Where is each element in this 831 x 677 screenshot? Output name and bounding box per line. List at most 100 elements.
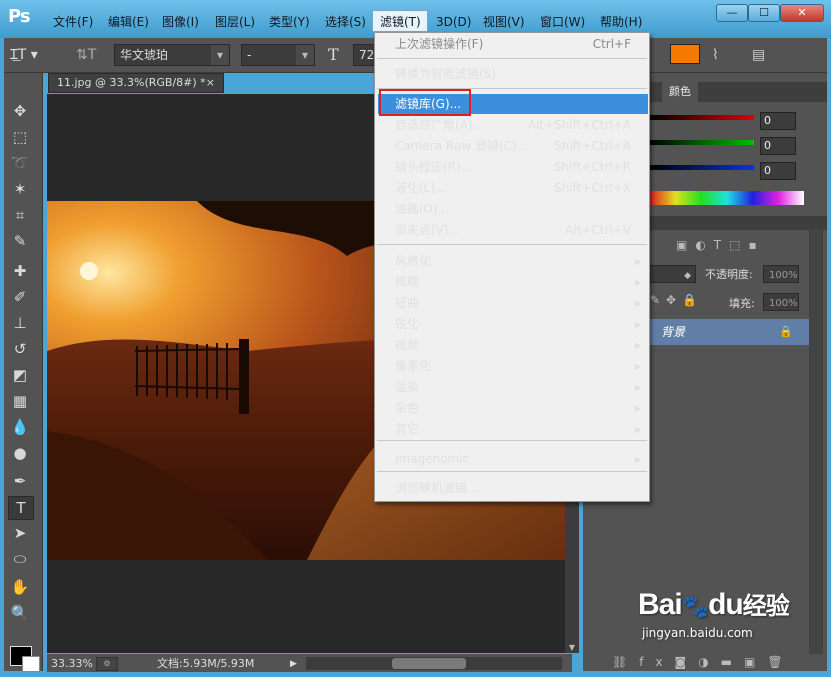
character-panel-icon[interactable]: ▤ bbox=[752, 44, 776, 66]
opacity-label: 不透明度: bbox=[705, 268, 753, 281]
font-style-select[interactable]: - ▾ bbox=[241, 44, 315, 66]
marquee-tool-icon[interactable]: ⬚ bbox=[8, 126, 32, 148]
filter-menu-item[interactable]: 镜头校正(R)... Shift+Ctrl+R bbox=[375, 157, 649, 178]
blue-value-field[interactable]: 0 bbox=[760, 162, 796, 180]
text-color-swatch[interactable] bbox=[670, 44, 700, 64]
crop-tool-icon[interactable]: ⌗ bbox=[8, 204, 32, 226]
horizontal-scroll-thumb[interactable] bbox=[392, 658, 466, 669]
magic-wand-tool-icon[interactable]: ✶ bbox=[8, 178, 32, 200]
filter-menu-item[interactable]: 消失点(V)... Alt+Ctrl+V bbox=[375, 220, 649, 241]
document-tab[interactable]: 11.jpg @ 33.3%(RGB/8#) * × bbox=[48, 73, 224, 93]
close-button[interactable]: ✕ bbox=[780, 4, 824, 22]
green-value-field[interactable]: 0 bbox=[760, 137, 796, 155]
menu-separator bbox=[377, 471, 647, 472]
submenu-arrow-icon: ▶ bbox=[634, 257, 641, 266]
menu-layer[interactable]: 图层(L) bbox=[215, 13, 255, 31]
pen-tool-icon[interactable]: ✒ bbox=[8, 470, 32, 492]
filter-menu-item[interactable]: 其它 ▶ bbox=[375, 419, 649, 440]
menu-item-label: 风格化 bbox=[395, 254, 432, 268]
opacity-field[interactable]: 100% bbox=[763, 265, 799, 283]
filter-menu-item[interactable]: 自适应广角(A)... Alt+Shift+Ctrl+A bbox=[375, 115, 649, 136]
menu-filter[interactable]: 滤镜(T) bbox=[380, 13, 421, 31]
menu-type[interactable]: 类型(Y) bbox=[269, 13, 310, 31]
type-tool-preset-icon[interactable]: Ɪ͟T ▾ bbox=[10, 44, 54, 66]
font-family-select[interactable]: 华文琥珀 ▾ bbox=[114, 44, 230, 66]
filter-menu-item[interactable]: 转换为智能滤镜(S) bbox=[375, 64, 649, 85]
menu-item-label: 杂色 bbox=[395, 401, 420, 415]
filter-menu-item[interactable]: 杂色 ▶ bbox=[375, 398, 649, 419]
lock-icons[interactable]: ✎✥🔒 bbox=[650, 293, 706, 311]
ellipse-tool-icon[interactable]: ⬭ bbox=[8, 548, 32, 570]
tab-close-icon[interactable]: × bbox=[206, 74, 215, 92]
blue-slider[interactable] bbox=[650, 165, 754, 170]
gradient-tool-icon[interactable]: ▦ bbox=[8, 390, 32, 412]
background-color-swatch[interactable] bbox=[22, 656, 40, 672]
menu-item-label: 像素化 bbox=[395, 359, 432, 373]
blur-tool-icon[interactable]: 💧 bbox=[8, 416, 32, 438]
filter-menu-item[interactable]: 锐化 ▶ bbox=[375, 314, 649, 335]
filter-menu-item[interactable]: 渲染 ▶ bbox=[375, 377, 649, 398]
filter-menu-item[interactable]: 像素化 ▶ bbox=[375, 356, 649, 377]
menu-3d[interactable]: 3D(D) bbox=[436, 13, 471, 31]
scroll-down-arrow-icon[interactable]: ▼ bbox=[566, 643, 578, 653]
photoshop-logo: Ps bbox=[8, 6, 31, 27]
tab-color[interactable]: 颜色 bbox=[662, 82, 698, 102]
menu-item-shortcut: Shift+Ctrl+R bbox=[553, 160, 631, 174]
menu-separator bbox=[377, 244, 647, 245]
lock-icon: 🔒 bbox=[779, 325, 793, 338]
status-menu-icon[interactable]: ⚙ bbox=[96, 657, 118, 671]
zoom-tool-icon[interactable]: 🔍 bbox=[8, 602, 32, 624]
warp-text-icon[interactable]: ⌇ bbox=[712, 44, 732, 66]
menu-separator bbox=[377, 58, 647, 59]
filter-menu-item[interactable]: 油画(O)... bbox=[375, 199, 649, 220]
menu-image[interactable]: 图像(I) bbox=[162, 13, 199, 31]
type-tool-icon[interactable]: T bbox=[8, 496, 34, 520]
clone-stamp-tool-icon[interactable]: ⊥ bbox=[8, 312, 32, 334]
color-spectrum-bar[interactable] bbox=[650, 191, 804, 205]
menu-select[interactable]: 选择(S) bbox=[325, 13, 366, 31]
green-slider[interactable] bbox=[650, 140, 754, 145]
submenu-arrow-icon: ▶ bbox=[634, 278, 641, 287]
hand-tool-icon[interactable]: ✋ bbox=[8, 576, 32, 598]
dodge-tool-icon[interactable]: ● bbox=[8, 442, 32, 464]
path-selection-tool-icon[interactable]: ➤ bbox=[8, 522, 32, 544]
menu-item-label: 锐化 bbox=[395, 317, 420, 331]
menu-item-shortcut: Alt+Shift+Ctrl+A bbox=[527, 118, 631, 132]
healing-brush-tool-icon[interactable]: ✚ bbox=[8, 260, 32, 282]
menu-item-label: 液化(L)... bbox=[395, 181, 447, 195]
filter-menu-item[interactable]: 扭曲 ▶ bbox=[375, 293, 649, 314]
fill-field[interactable]: 100% bbox=[763, 293, 799, 311]
minimize-button[interactable]: — bbox=[716, 4, 748, 22]
menu-view[interactable]: 视图(V) bbox=[483, 13, 525, 31]
brush-tool-icon[interactable]: ✐ bbox=[8, 286, 32, 308]
filter-menu-item[interactable]: Camera Raw 滤镜(C)... Shift+Ctrl+A bbox=[375, 136, 649, 157]
menu-help[interactable]: 帮助(H) bbox=[600, 13, 642, 31]
filter-menu-item[interactable]: 浏览联机滤镜... bbox=[375, 478, 649, 499]
font-size-field[interactable]: 72 bbox=[353, 44, 375, 66]
text-orientation-icon[interactable]: ⇅T bbox=[76, 44, 102, 66]
filter-menu-item[interactable]: 液化(L)... Shift+Ctrl+X bbox=[375, 178, 649, 199]
blend-mode-select[interactable]: ◆ bbox=[648, 265, 696, 283]
layers-footer-icons[interactable]: ⛓fx◙◑▬▣🗑 bbox=[612, 655, 802, 671]
lasso-tool-icon[interactable]: ➰ bbox=[8, 152, 32, 174]
menu-item-label: 其它 bbox=[395, 422, 420, 436]
menu-edit[interactable]: 编辑(E) bbox=[108, 13, 149, 31]
eyedropper-tool-icon[interactable]: ✎ bbox=[8, 230, 32, 252]
zoom-level-field[interactable]: 33.33% bbox=[51, 656, 93, 672]
filter-menu-item[interactable]: 上次滤镜操作(F) Ctrl+F bbox=[375, 34, 649, 55]
menu-window[interactable]: 窗口(W) bbox=[540, 13, 585, 31]
red-slider[interactable] bbox=[650, 115, 754, 120]
filter-menu-item[interactable]: 视频 ▶ bbox=[375, 335, 649, 356]
menu-item-label: 消失点(V)... bbox=[395, 223, 461, 237]
filter-menu-item[interactable]: Imagenomic ▶ bbox=[375, 449, 649, 470]
red-value-field[interactable]: 0 bbox=[760, 112, 796, 130]
filter-menu-item[interactable]: 模糊 ▶ bbox=[375, 272, 649, 293]
eraser-tool-icon[interactable]: ◩ bbox=[8, 364, 32, 386]
history-brush-tool-icon[interactable]: ↺ bbox=[8, 338, 32, 360]
filter-menu-item[interactable]: 风格化 ▶ bbox=[375, 251, 649, 272]
status-expand-arrow-icon[interactable]: ▶ bbox=[290, 656, 302, 672]
menu-file[interactable]: 文件(F) bbox=[53, 13, 93, 31]
maximize-button[interactable]: ☐ bbox=[748, 4, 780, 22]
move-tool-icon[interactable]: ✥ bbox=[8, 100, 32, 122]
layer-filter-icons[interactable]: ▣◐T⬚▪ bbox=[676, 238, 806, 254]
